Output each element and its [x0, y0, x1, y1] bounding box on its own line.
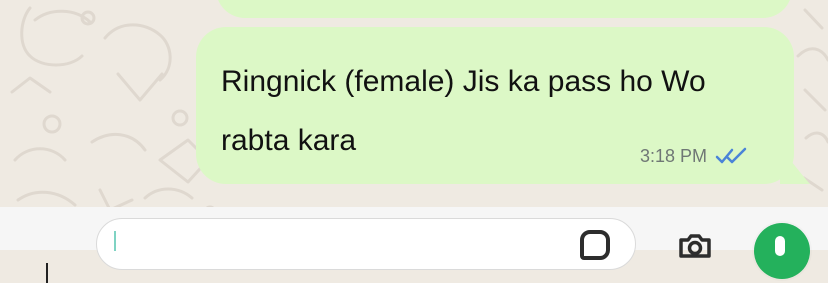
message-bubble-tail	[780, 150, 810, 184]
plus-icon[interactable]	[42, 263, 52, 283]
microphone-icon	[775, 236, 785, 256]
text-cursor	[114, 231, 116, 251]
sticker-icon[interactable]	[580, 230, 610, 260]
previous-message-bubble	[216, 0, 792, 18]
message-meta: 3:18 PM	[640, 145, 747, 167]
camera-icon[interactable]	[676, 230, 714, 260]
double-check-read-icon	[715, 147, 747, 164]
message-time: 3:18 PM	[640, 145, 708, 166]
message-input[interactable]	[115, 229, 569, 261]
message-input-container[interactable]	[96, 218, 636, 270]
